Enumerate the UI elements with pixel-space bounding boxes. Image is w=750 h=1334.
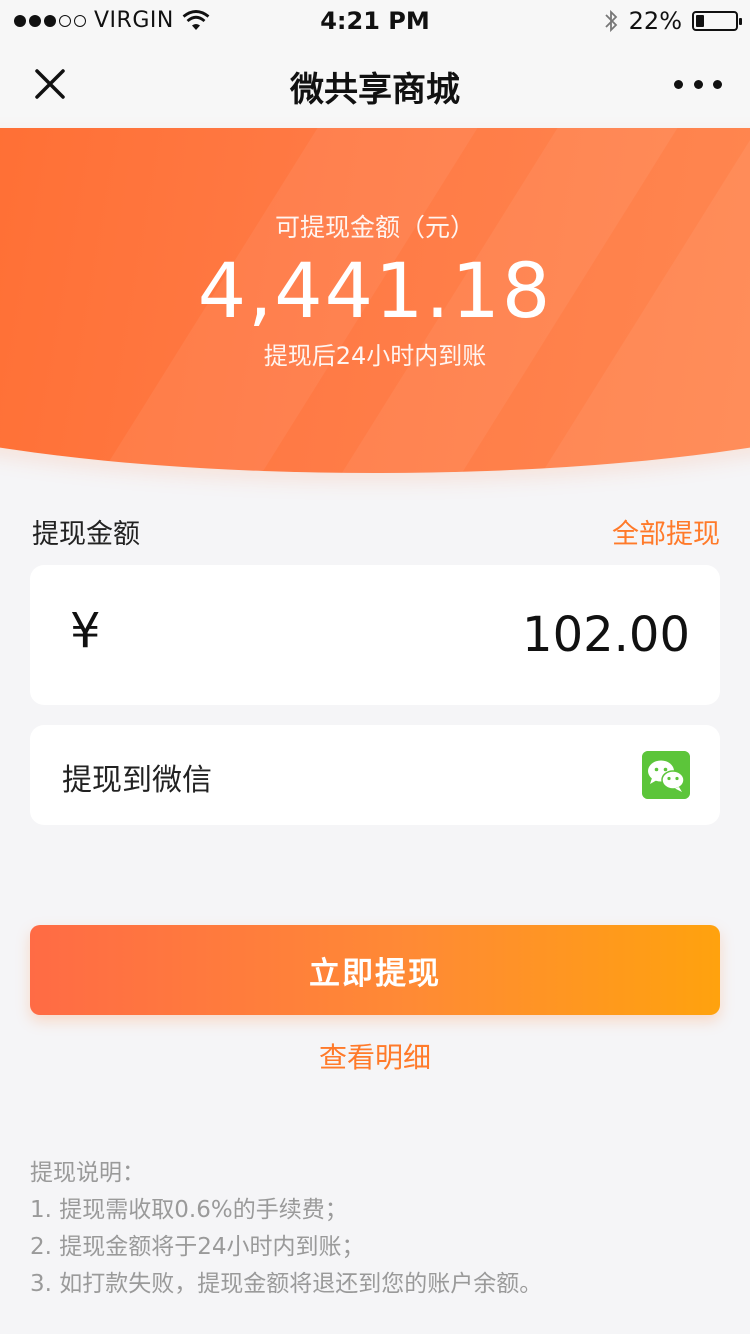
notes-item: 3. 如打款失败，提现金额将退还到您的账户余额。	[30, 1271, 543, 1297]
amount-card: ¥	[30, 565, 720, 705]
currency-symbol: ¥	[70, 603, 101, 659]
arrival-note: 提现后24小时内到账	[263, 342, 487, 370]
notes-item: 2. 提现金额将于24小时内到账；	[30, 1234, 365, 1260]
more-dot	[713, 79, 722, 89]
nav-bar: 微共享商城	[0, 40, 750, 128]
withdraw-amount-label: 提现金额	[32, 519, 140, 550]
available-amount: 4,441.18	[197, 246, 553, 335]
available-amount-label: 可提现金额（元）	[274, 213, 475, 242]
withdraw-method-label: 提现到微信	[62, 763, 212, 798]
battery-level-fill	[696, 15, 705, 27]
page-title: 微共享商城	[290, 70, 460, 110]
view-details-link[interactable]: 查看明细	[0, 1036, 750, 1076]
amount-input[interactable]	[270, 595, 690, 675]
withdraw-all-link[interactable]: 全部提现	[612, 512, 720, 551]
more-dot	[674, 79, 683, 89]
withdraw-now-button[interactable]: 立即提现	[30, 925, 720, 1015]
battery-percent: 22%	[628, 7, 682, 35]
status-right: 22%	[603, 7, 742, 35]
balance-banner: 可提现金额（元） 4,441.18 提现后24小时内到账	[0, 128, 750, 473]
withdraw-method-row[interactable]: 提现到微信	[30, 725, 720, 825]
notes-item: 1. 提现需收取0.6%的手续费；	[30, 1197, 348, 1223]
banner-content: 可提现金额（元） 4,441.18 提现后24小时内到账	[0, 128, 750, 371]
more-dot	[693, 79, 703, 89]
notes-title: 提现说明：	[30, 1160, 145, 1186]
wechat-icon	[642, 751, 690, 799]
withdraw-page: VIRGIN 4:21 PM 22% 微共享商城 可提现金额（元） 4,441.…	[0, 0, 750, 1334]
withdraw-notes: 提现说明： 1. 提现需收取0.6%的手续费； 2. 提现金额将于24小时内到账…	[30, 1155, 730, 1303]
battery-icon	[692, 11, 742, 31]
more-icon[interactable]	[674, 66, 722, 102]
status-bar: VIRGIN 4:21 PM 22%	[0, 0, 750, 40]
bluetooth-icon	[605, 9, 617, 33]
